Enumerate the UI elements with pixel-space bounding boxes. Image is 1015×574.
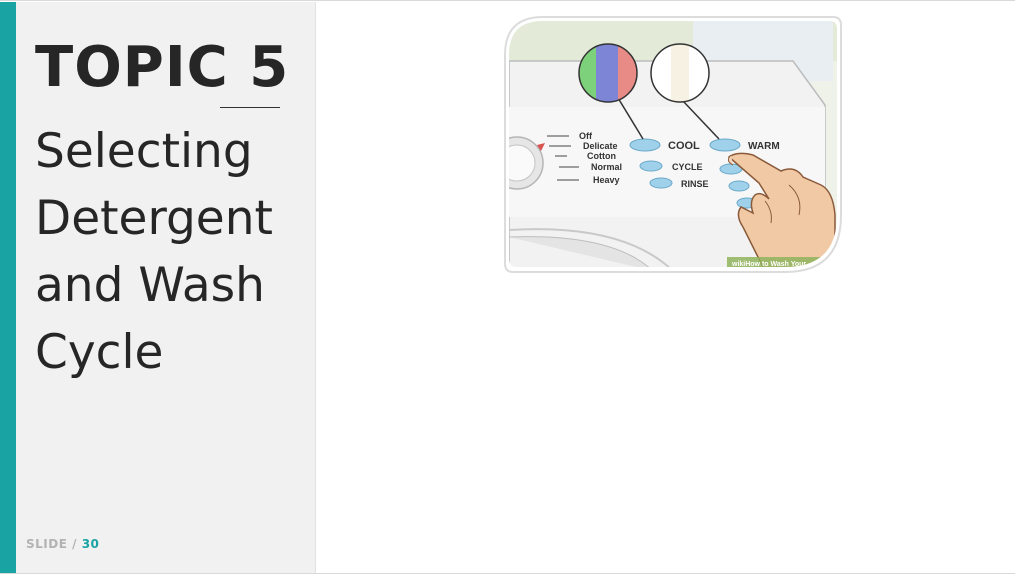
dial-label-heavy: Heavy: [593, 175, 620, 185]
slide-number: SLIDE / 30: [26, 537, 99, 551]
rinse-label: RINSE: [681, 179, 709, 189]
slide-label: SLIDE: [26, 537, 68, 551]
cool-color-swatch: [578, 43, 638, 103]
dial-label-off: Off: [579, 131, 593, 141]
accent-bar: [0, 2, 16, 573]
dial-label-delicate: Delicate: [583, 141, 618, 151]
slide-separator: /: [72, 537, 77, 551]
rinse-button: [649, 177, 673, 189]
cycle-label: CYCLE: [672, 162, 703, 172]
slide: TOPIC 5 Selecting Detergent and Wash Cyc…: [0, 0, 1015, 574]
hi-button-1: [728, 180, 750, 192]
slide-title: Selecting Detergent and Wash Cycle: [35, 124, 273, 380]
slide-number-value: 30: [81, 537, 100, 551]
dial-label-cotton: Cotton: [587, 151, 616, 161]
warm-label: WARM: [748, 141, 780, 152]
cool-label: COOL: [668, 140, 700, 152]
warm-button: [709, 138, 741, 152]
topic-underline: [220, 107, 280, 108]
warm-color-swatch: [650, 43, 710, 103]
cool-button: [629, 138, 661, 152]
cycle-button: [639, 160, 663, 172]
side-panel: TOPIC 5 Selecting Detergent and Wash Cyc…: [16, 2, 316, 573]
washing-machine-illustration: Off Delicate Cotton Normal Heavy COOL WA…: [504, 16, 842, 273]
topic-heading: TOPIC 5: [35, 35, 290, 100]
dial-label-normal: Normal: [591, 162, 622, 172]
